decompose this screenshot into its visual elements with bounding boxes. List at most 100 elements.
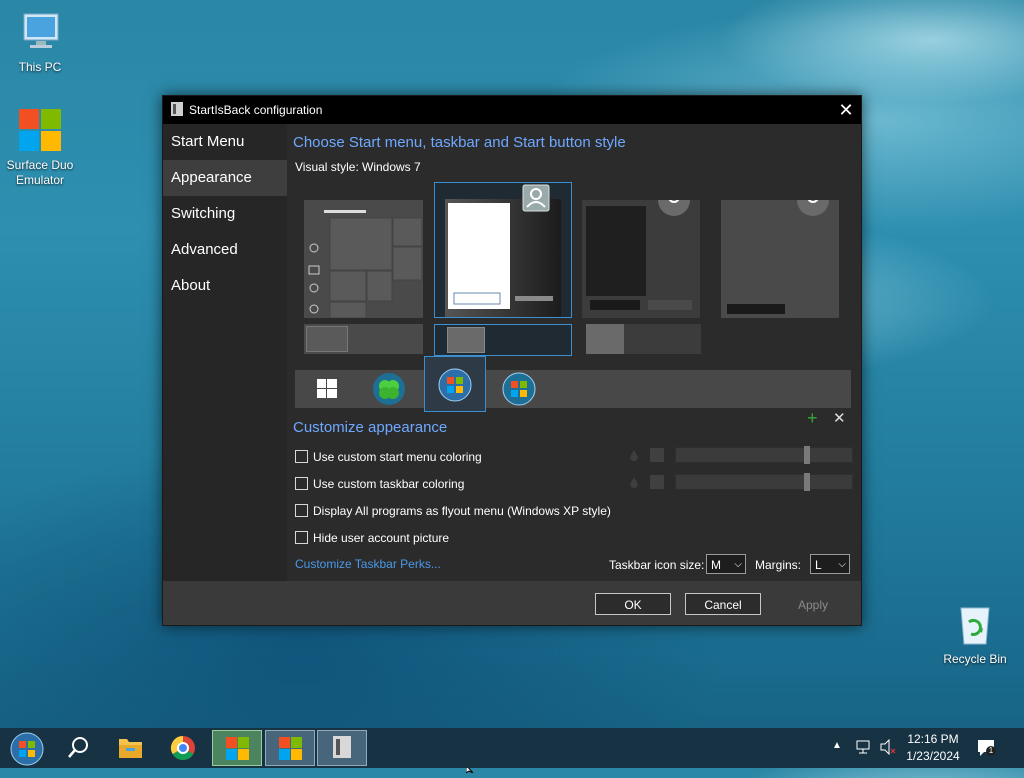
dialog-button-bar: OK Cancel Apply (163, 581, 861, 625)
close-button[interactable]: ✕ (831, 96, 861, 124)
windows7-orb-icon (438, 368, 472, 402)
notification-count: 1 (986, 746, 996, 756)
chrome-button[interactable] (160, 730, 206, 766)
desktop-icon-this-pc[interactable]: This PC (0, 8, 80, 75)
style-option-windows10[interactable] (304, 200, 423, 319)
apply-button: Apply (775, 593, 851, 615)
style-option-windows7[interactable] (434, 182, 572, 318)
ok-button[interactable]: OK (595, 593, 671, 615)
customize-heading: Customize appearance (293, 419, 448, 436)
checkbox-custom-taskbar-coloring[interactable]: Use custom taskbar coloring (295, 477, 464, 493)
search-button[interactable] (56, 730, 100, 766)
checkbox-label: Use custom start menu coloring (313, 450, 482, 464)
chevron-down-icon: ⌵ (838, 559, 846, 570)
folder-icon (119, 739, 142, 758)
sidebar-item-start-menu[interactable]: Start Menu (163, 124, 287, 160)
clock-time[interactable]: 12:16 PM (900, 732, 966, 746)
sidebar-item-switching[interactable]: Switching (163, 196, 287, 232)
color-swatch[interactable] (650, 475, 664, 489)
startisback-config-window: StartIsBack configuration ✕ Start Menu A… (162, 95, 862, 626)
show-hidden-icons-button[interactable]: ▲ (832, 740, 846, 754)
color-drop-icon (629, 449, 639, 461)
slider-thumb[interactable] (804, 473, 810, 491)
checkbox-custom-start-menu-coloring[interactable]: Use custom start menu coloring (295, 450, 482, 466)
sidebar-item-about[interactable]: About (163, 268, 287, 304)
desktop-icon-surface-duo[interactable]: Surface Duo Emulator (0, 106, 80, 188)
add-color-icon[interactable]: + (807, 408, 818, 429)
desktop-icon-label: This PC (18, 60, 62, 74)
clover-orb-icon (373, 373, 405, 405)
desktop-icon-label: Recycle Bin (943, 652, 1007, 666)
checkbox-box[interactable] (295, 531, 308, 544)
customize-taskbar-perks-link[interactable]: Customize Taskbar Perks... (295, 557, 441, 571)
start-button-option-clover[interactable] (371, 372, 407, 406)
windows10-logo-icon (317, 379, 337, 398)
taskbar-opacity-slider[interactable] (675, 473, 853, 491)
sidebar-item-appearance[interactable]: Appearance (163, 160, 287, 196)
select-value: M (711, 558, 721, 572)
start-menu-opacity-slider[interactable] (675, 446, 853, 464)
window-title: StartIsBack configuration (189, 103, 323, 117)
taskbar-app-surface-duo[interactable] (212, 730, 262, 766)
taskbar-app-startisback[interactable] (317, 730, 367, 766)
taskbar-style-option-3[interactable] (586, 324, 701, 354)
checkbox-all-programs-flyout[interactable]: Display All programs as flyout menu (Win… (295, 504, 611, 520)
chevron-down-icon: ⌵ (734, 559, 742, 570)
margins-label: Margins: (755, 558, 802, 572)
checkbox-hide-user-picture[interactable]: Hide user account picture (295, 531, 449, 547)
flat-orb-icon (502, 372, 536, 406)
volume-muted-icon[interactable] (879, 738, 897, 760)
taskbar-icon-size-label: Taskbar icon size: (609, 558, 705, 572)
notification-center-button[interactable]: 1 (976, 738, 996, 758)
taskbar-app-microsoft[interactable] (265, 730, 315, 766)
checkbox-label: Display All programs as flyout menu (Win… (313, 504, 611, 518)
start-button-option-windows10[interactable] (309, 374, 345, 404)
microsoft-logo-icon (16, 106, 64, 154)
visual-style-label: Visual style: (295, 160, 359, 174)
folder-icon (306, 326, 348, 352)
checkbox-label: Hide user account picture (313, 531, 450, 545)
search-icon (68, 737, 88, 758)
startisback-app-icon (333, 736, 351, 758)
sidebar: Start Menu Appearance Switching Advanced… (163, 124, 287, 581)
appearance-panel: Choose Start menu, taskbar and Start but… (287, 124, 861, 581)
microsoft-logo-icon (226, 737, 249, 760)
start-button-option-flat-orb[interactable] (501, 372, 537, 406)
style-option-flat[interactable] (721, 184, 839, 318)
margins-select[interactable]: L ⌵ (810, 554, 850, 574)
slider-thumb[interactable] (804, 446, 810, 464)
taskbar: ▲ 12:16 PM 1/23/2024 1 (0, 728, 1024, 768)
checkbox-box[interactable] (295, 504, 308, 517)
remove-color-icon[interactable]: ✕ (833, 409, 846, 427)
window-titlebar[interactable]: StartIsBack configuration ✕ (163, 96, 861, 124)
checkbox-box[interactable] (295, 450, 308, 463)
startisback-app-icon (171, 102, 183, 116)
desktop-icon-recycle-bin[interactable]: Recycle Bin (935, 600, 1015, 667)
close-icon: ✕ (838, 100, 854, 120)
folder-icon (447, 327, 485, 353)
color-swatch[interactable] (650, 448, 664, 462)
microsoft-logo-icon (279, 737, 302, 760)
sidebar-item-advanced[interactable]: Advanced (163, 232, 287, 268)
checkbox-box[interactable] (295, 477, 308, 490)
taskbar-icon-size-select[interactable]: M ⌵ (706, 554, 746, 574)
visual-style-value: Windows 7 (362, 160, 421, 174)
network-icon[interactable] (855, 739, 873, 760)
style-option-dark[interactable] (582, 184, 700, 318)
recycle-bin-icon (951, 600, 999, 648)
desktop-icon-label: Surface Duo Emulator (6, 158, 74, 187)
taskbar-style-option-1[interactable] (304, 324, 423, 354)
windows7-orb-icon (10, 732, 44, 766)
folder-icon (586, 324, 624, 354)
checkbox-label: Use custom taskbar coloring (313, 477, 465, 491)
this-pc-icon (16, 8, 64, 56)
select-value: L (815, 558, 822, 572)
start-button-options (295, 356, 851, 412)
file-explorer-button[interactable] (108, 730, 152, 766)
start-button[interactable] (6, 730, 48, 766)
style-heading: Choose Start menu, taskbar and Start but… (293, 134, 626, 151)
cancel-button[interactable]: Cancel (685, 593, 761, 615)
clock-date[interactable]: 1/23/2024 (900, 749, 966, 763)
taskbar-style-option-2[interactable] (434, 324, 572, 356)
start-button-option-windows7-orb[interactable] (424, 356, 486, 412)
